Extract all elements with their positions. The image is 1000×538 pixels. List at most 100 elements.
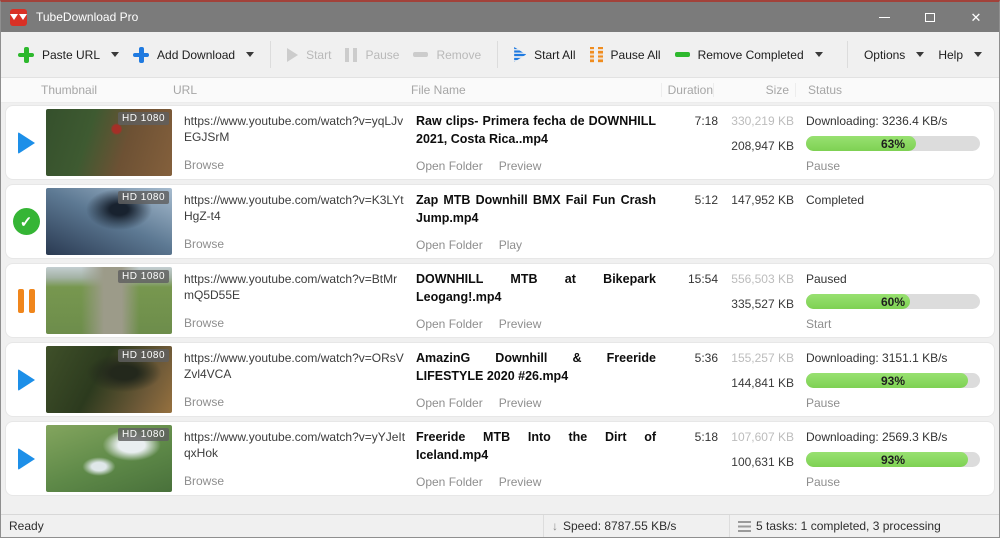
url-cell: https://www.youtube.com/watch?v=K3LYtHgZ… bbox=[178, 188, 416, 255]
start-all-button[interactable]: Start All bbox=[507, 41, 582, 68]
chevron-down-icon[interactable] bbox=[111, 52, 120, 57]
thumbnail-cell: HD 1080 bbox=[46, 109, 178, 176]
download-row[interactable]: HD 1080 https://www.youtube.com/watch?v=… bbox=[5, 421, 995, 496]
download-row[interactable]: HD 1080 https://www.youtube.com/watch?v=… bbox=[5, 263, 995, 338]
url-cell: https://www.youtube.com/watch?v=ORsVZvl4… bbox=[178, 346, 416, 413]
preview-link[interactable]: Preview bbox=[499, 475, 542, 489]
duration: 5:18 bbox=[694, 430, 718, 444]
paste-url-label: Paste URL bbox=[42, 47, 101, 62]
download-row[interactable]: HD 1080 https://www.youtube.com/watch?v=… bbox=[5, 342, 995, 417]
status-cell: Paused 60% Start bbox=[794, 267, 994, 334]
header-status[interactable]: Status bbox=[795, 83, 999, 97]
status-text: Downloading: 3151.1 KB/s bbox=[806, 351, 948, 365]
pause-all-label: Pause All bbox=[610, 47, 661, 62]
size-total: 107,607 KB bbox=[731, 430, 794, 444]
browse-link[interactable]: Browse bbox=[184, 236, 406, 252]
open-folder-link[interactable]: Open Folder bbox=[416, 396, 483, 410]
name-cell: Freeride MTB Into the Dirt of Iceland.mp… bbox=[416, 425, 666, 492]
close-button[interactable]: ✕ bbox=[953, 2, 999, 32]
hd-badge: HD 1080 bbox=[118, 349, 169, 362]
row-state bbox=[6, 425, 46, 492]
status-text: Downloading: 3236.4 KB/s bbox=[806, 114, 948, 128]
size-total: 556,503 KB bbox=[731, 272, 794, 286]
open-folder-link[interactable]: Open Folder bbox=[416, 475, 483, 489]
video-url: https://www.youtube.com/watch?v=yqLJvEGJ… bbox=[184, 114, 404, 145]
title-bar: TubeDownload Pro ✕ bbox=[1, 2, 999, 32]
pause-button[interactable]: Pause bbox=[338, 42, 406, 68]
header-duration[interactable]: Duration bbox=[661, 83, 713, 97]
chevron-down-icon bbox=[916, 52, 925, 57]
header-url[interactable]: URL bbox=[173, 83, 411, 97]
download-row[interactable]: ✓ HD 1080 https://www.youtube.com/watch?… bbox=[5, 184, 995, 259]
ready-status: Ready bbox=[9, 519, 44, 533]
browse-link[interactable]: Browse bbox=[184, 394, 406, 410]
video-url: https://www.youtube.com/watch?v=K3LYtHgZ… bbox=[184, 193, 404, 224]
hd-badge: HD 1080 bbox=[118, 270, 169, 283]
chevron-down-icon[interactable] bbox=[814, 52, 823, 57]
options-label: Options bbox=[863, 47, 906, 62]
progress-label: 93% bbox=[880, 373, 906, 388]
open-folder-link[interactable]: Open Folder bbox=[416, 238, 483, 252]
video-thumbnail: HD 1080 bbox=[46, 346, 172, 413]
header-size[interactable]: Size bbox=[713, 83, 789, 97]
pause-action-link[interactable]: Pause bbox=[806, 159, 980, 173]
play-link[interactable]: Play bbox=[499, 238, 522, 252]
browse-link[interactable]: Browse bbox=[184, 473, 406, 489]
pause-label: Pause bbox=[365, 47, 400, 62]
remove-label: Remove bbox=[436, 47, 482, 62]
download-arrow-icon: ↓ bbox=[552, 519, 558, 533]
add-download-button[interactable]: Add Download bbox=[126, 41, 261, 69]
download-row[interactable]: HD 1080 https://www.youtube.com/watch?v=… bbox=[5, 105, 995, 180]
browse-link[interactable]: Browse bbox=[184, 157, 406, 173]
preview-link[interactable]: Preview bbox=[499, 396, 542, 410]
status-cell: Downloading: 2569.3 KB/s 93% Pause bbox=[794, 425, 994, 492]
status-cell: Downloading: 3151.1 KB/s 93% Pause bbox=[794, 346, 994, 413]
maximize-button[interactable] bbox=[907, 2, 953, 32]
pause-all-button[interactable]: Pause All bbox=[583, 41, 668, 69]
minimize-icon bbox=[878, 16, 890, 18]
file-name: AmazinG Downhill & Freeride LIFESTYLE 20… bbox=[416, 351, 656, 383]
status-cell: Completed bbox=[794, 188, 994, 255]
options-button[interactable]: Options bbox=[857, 42, 931, 68]
completed-icon: ✓ bbox=[12, 208, 40, 235]
start-button[interactable]: Start bbox=[280, 42, 338, 68]
preview-link[interactable]: Preview bbox=[499, 159, 542, 173]
size-cell: 147,952 KB bbox=[718, 188, 794, 255]
size-downloaded: 100,631 KB bbox=[731, 455, 794, 469]
progress-label: 93% bbox=[880, 452, 906, 467]
duration: 7:18 bbox=[694, 114, 718, 128]
progress-bar: 63% bbox=[806, 136, 980, 151]
toolbar-right: Options Help bbox=[838, 41, 989, 68]
progress-label: 63% bbox=[880, 136, 906, 151]
remove-button[interactable]: Remove bbox=[406, 42, 488, 68]
name-cell: AmazinG Downhill & Freeride LIFESTYLE 20… bbox=[416, 346, 666, 413]
status-cell: Downloading: 3236.4 KB/s 63% Pause bbox=[794, 109, 994, 176]
help-button[interactable]: Help bbox=[931, 42, 989, 68]
header-thumbnail[interactable]: Thumbnail bbox=[41, 83, 173, 97]
open-folder-link[interactable]: Open Folder bbox=[416, 317, 483, 331]
browse-link[interactable]: Browse bbox=[184, 315, 406, 331]
paste-url-button[interactable]: Paste URL bbox=[11, 41, 126, 69]
remove-completed-button[interactable]: Remove Completed bbox=[668, 42, 830, 68]
preview-link[interactable]: Preview bbox=[499, 317, 542, 331]
start-label: Start bbox=[306, 47, 332, 62]
toolbar: Paste URL Add Download Start Pause Remov… bbox=[1, 32, 999, 78]
row-state bbox=[6, 109, 46, 176]
status-text: Downloading: 2569.3 KB/s bbox=[806, 430, 948, 444]
pause-action-link[interactable]: Pause bbox=[806, 396, 980, 410]
status-text: Paused bbox=[806, 272, 847, 286]
minimize-button[interactable] bbox=[861, 2, 907, 32]
header-file-name[interactable]: File Name bbox=[411, 83, 661, 97]
duration: 5:12 bbox=[694, 193, 718, 207]
video-url: https://www.youtube.com/watch?v=ORsVZvl4… bbox=[184, 351, 404, 382]
open-folder-link[interactable]: Open Folder bbox=[416, 159, 483, 173]
video-thumbnail: HD 1080 bbox=[46, 109, 172, 176]
status-bar: Ready ↓ Speed: 8787.55 KB/s 5 tasks: 1 c… bbox=[1, 514, 999, 537]
chevron-down-icon[interactable] bbox=[246, 52, 255, 57]
pause-action-link[interactable]: Pause bbox=[806, 475, 980, 489]
tasks-text: 5 tasks: 1 completed, 3 processing bbox=[756, 519, 941, 533]
file-name: Raw clips- Primera fecha de DOWNHILL 202… bbox=[416, 114, 656, 146]
start-action-link[interactable]: Start bbox=[806, 317, 980, 331]
url-cell: https://www.youtube.com/watch?v=yqLJvEGJ… bbox=[178, 109, 416, 176]
duration: 15:54 bbox=[687, 272, 718, 286]
